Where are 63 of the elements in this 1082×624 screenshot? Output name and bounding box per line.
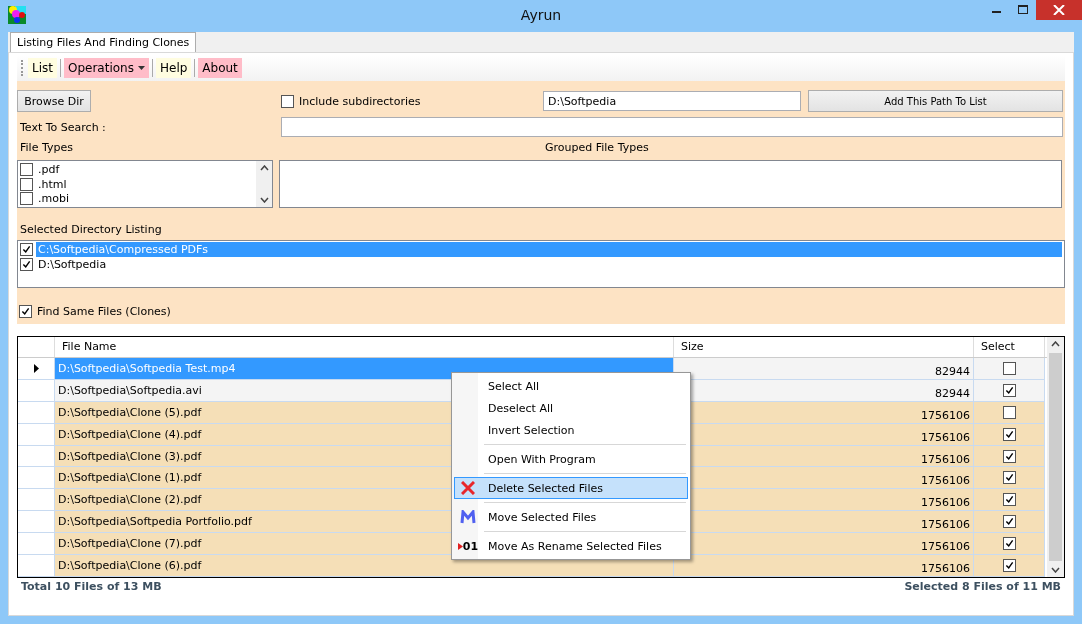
scroll-down-icon[interactable] [259, 197, 269, 203]
status-text: Total 10 Files of 13 MB [21, 580, 162, 593]
status-text: Selected 8 Files of 11 MB [904, 580, 1061, 593]
letter-m-icon [460, 510, 476, 524]
checkbox[interactable] [1002, 471, 1016, 485]
checkbox[interactable] [1002, 493, 1016, 507]
file-type-item[interactable]: .pdf [38, 162, 60, 176]
table-cell: D:\Softpedia\Clone (6).pdf [55, 555, 674, 577]
row-header[interactable] [18, 357, 55, 380]
checkbox[interactable] [19, 305, 32, 318]
checkbox[interactable] [1002, 427, 1016, 441]
scrollbar-thumb[interactable] [1049, 353, 1062, 561]
scroll-up-icon[interactable] [1051, 341, 1060, 347]
section-label: Selected Directory Listing [19, 222, 162, 236]
section-label: File Types [19, 140, 74, 154]
column-header[interactable]: File Name [62, 340, 117, 354]
checkbox[interactable] [1002, 537, 1016, 551]
menu-item[interactable]: Select All [481, 379, 540, 393]
checkbox[interactable] [1002, 515, 1016, 529]
close-icon [1053, 5, 1065, 15]
tab[interactable]: Listing Files And Finding Clones [10, 32, 197, 52]
checkbox[interactable] [1002, 405, 1016, 419]
scroll-down-icon[interactable] [1051, 567, 1060, 573]
checkbox[interactable] [1002, 383, 1016, 397]
menu-item[interactable]: Open With Program [481, 452, 596, 466]
field-label: Text To Search : [19, 120, 107, 134]
menu-item[interactable]: Invert Selection [481, 423, 575, 437]
column-header[interactable]: Size [681, 340, 704, 354]
checkbox[interactable] [20, 162, 33, 176]
checkbox-label: Include subdirectories [299, 94, 421, 108]
section-label: Grouped File Types [545, 140, 649, 154]
scroll-up-icon[interactable] [259, 165, 269, 171]
app-icon [8, 6, 26, 24]
menu-item[interactable]: Move As Rename Selected Files [481, 539, 662, 553]
browse-dir-button[interactable]: Browse Dir [17, 90, 91, 112]
checkbox[interactable] [1002, 559, 1016, 573]
checkbox[interactable] [20, 258, 33, 271]
checkbox[interactable] [20, 177, 33, 191]
file-type-item[interactable]: .html [38, 177, 67, 191]
maximize-icon [1018, 5, 1028, 15]
checkbox-label: Find Same Files (Clones) [37, 305, 171, 318]
close-button[interactable] [1036, 0, 1082, 20]
file-type-item[interactable]: .mobi [38, 192, 69, 206]
path-field[interactable]: D:\Softpedia [543, 91, 801, 111]
search-field[interactable] [281, 117, 1063, 137]
checkbox[interactable] [1002, 361, 1016, 375]
table-cell: 1756106 [674, 555, 974, 577]
toolbar-menu[interactable]: Operations [64, 58, 149, 78]
add-path-button[interactable]: Add This Path To List [808, 90, 1063, 112]
delete-icon [461, 481, 475, 495]
column-header[interactable]: Select [981, 340, 1015, 354]
checkbox[interactable] [1002, 449, 1016, 463]
window-title: Ayrun [520, 7, 562, 23]
menu-item[interactable]: Deselect All [481, 401, 554, 415]
checkbox[interactable] [20, 243, 33, 256]
directory-item[interactable]: D:\Softpedia [36, 257, 1062, 272]
toolbar-menu[interactable]: About [198, 58, 242, 78]
caret-icon [137, 66, 145, 70]
menu-item[interactable]: Move Selected Files [481, 510, 597, 524]
toolbar-menu[interactable]: Help [155, 58, 192, 78]
toolbar-menu[interactable]: List [28, 58, 57, 78]
checkbox[interactable] [20, 192, 33, 206]
checkbox[interactable] [281, 94, 294, 108]
